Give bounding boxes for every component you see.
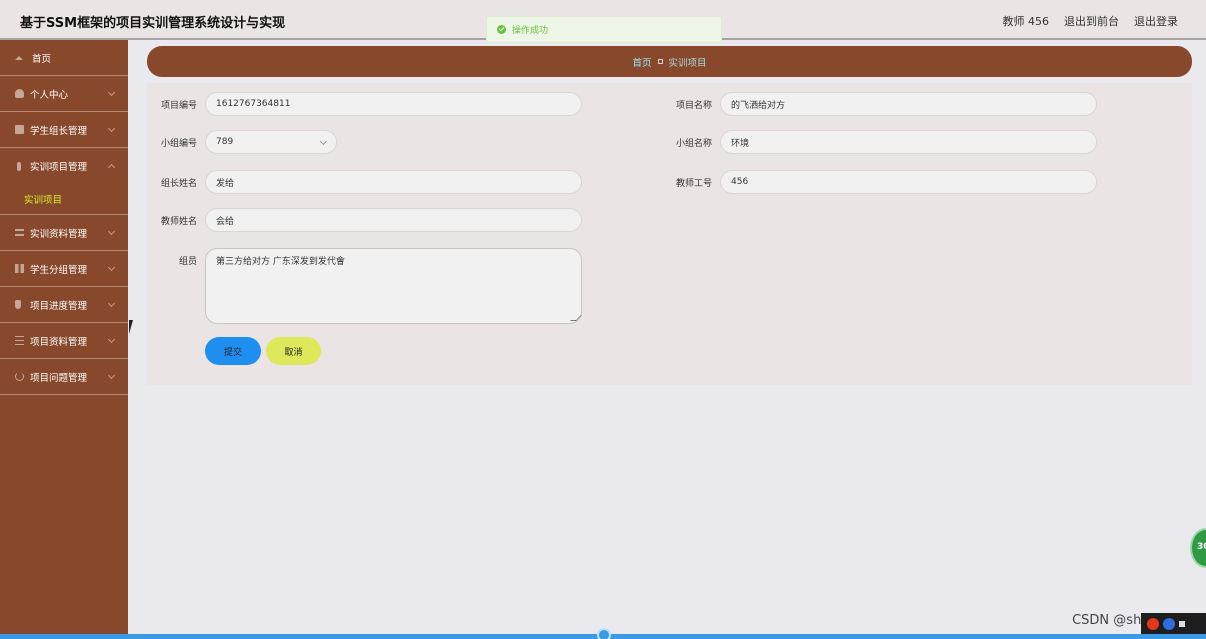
members-label: 组员 [178, 257, 197, 267]
teacher-id-label: 教师工号 [675, 178, 712, 189]
tray-arrow-icon[interactable] [1179, 621, 1185, 627]
sidebar-item-issues[interactable]: 项目问题管理 [0, 359, 128, 395]
project-no-label: 项目编号 [160, 100, 197, 111]
cancel-button[interactable]: 取消 [266, 337, 321, 365]
breadcrumb: 首页 实训项目 [147, 46, 1192, 77]
leader-name-row: 组长姓名 发给 [147, 170, 582, 194]
list-icon [15, 229, 24, 236]
bottom-indicator-dot[interactable] [597, 628, 611, 639]
leader-name-field[interactable]: 发给 [205, 170, 582, 194]
chevron-down-icon [107, 124, 116, 133]
power-icon [15, 372, 24, 381]
sidebar-item-label: 项目问题管理 [30, 372, 88, 384]
sidebar-item-home[interactable]: 首页 [0, 40, 128, 76]
chevron-down-icon [107, 371, 116, 380]
system-tray [1141, 613, 1206, 635]
back-to-front-link[interactable]: 退出到前台 [1064, 13, 1119, 29]
teacher-name-label: 教师姓名 [160, 216, 197, 227]
breadcrumb-home[interactable]: 首页 [632, 55, 651, 69]
project-name-label: 项目名称 [675, 100, 712, 111]
book-icon [15, 125, 24, 134]
sidebar-item-progress[interactable]: 项目进度管理 [0, 287, 128, 323]
members-row: 组员 第三方给对方 广东深发到发代會 [147, 248, 582, 324]
mouse-cursor-icon [129, 320, 139, 334]
group-name-row: 小组名称 环境 [662, 130, 1097, 154]
submit-button[interactable]: 提交 [205, 337, 261, 365]
tray-app-icon[interactable] [1163, 618, 1175, 630]
sidebar-item-label: 项目资料管理 [30, 336, 88, 348]
chevron-up-icon [107, 163, 116, 172]
sidebar-item-leaders[interactable]: 学生组长管理 [0, 112, 128, 148]
chevron-down-icon [107, 299, 116, 308]
project-name-field[interactable]: 的飞洒给对方 [720, 92, 1097, 116]
sidebar-item-label: 学生分组管理 [30, 264, 88, 276]
resize-handle-icon[interactable] [570, 315, 582, 321]
sidebar-item-label: 个人中心 [30, 89, 69, 101]
leader-name-label: 组长姓名 [160, 178, 197, 189]
chevron-down-icon [107, 88, 116, 97]
logout-link[interactable]: 退出登录 [1134, 13, 1178, 29]
project-no-field[interactable]: 1612767364811 [205, 92, 582, 116]
chevron-down-icon [107, 263, 116, 272]
app-title: 基于SSM框架的项目实训管理系统设计与实现 [20, 16, 286, 31]
header-actions: 教师 456 退出到前台 退出登录 [1003, 13, 1179, 29]
group-no-row: 小组编号 789 [147, 130, 337, 154]
project-name-row: 项目名称 的飞洒给对方 [662, 92, 1097, 116]
chevron-down-icon [319, 137, 328, 146]
pin-icon [15, 300, 21, 309]
current-user: 教师 456 [1002, 15, 1050, 28]
sidebar-item-profile[interactable]: 个人中心 [0, 76, 128, 112]
sidebar-item-training-projects[interactable]: 实训项目管理 [0, 148, 128, 184]
tray-app-icon[interactable] [1147, 618, 1159, 630]
chevron-down-icon [107, 227, 116, 236]
group-name-label: 小组名称 [675, 138, 712, 149]
group-name-field[interactable]: 环境 [720, 130, 1097, 154]
form-panel: 项目编号 1612767364811 项目名称 的飞洒给对方 小组编号 789 … [147, 83, 1192, 385]
chevron-down-icon [107, 335, 116, 344]
toast-message: 操作成功 [512, 26, 549, 36]
sidebar-item-project-materials[interactable]: 项目资料管理 [0, 323, 128, 359]
home-icon [15, 55, 23, 60]
mic-icon [17, 161, 21, 171]
teacher-name-field[interactable]: 会给 [205, 208, 582, 232]
floating-badge[interactable]: 30 [1190, 528, 1206, 568]
members-value: 第三方给对方 广东深发到发代會 [216, 257, 345, 267]
success-toast: 操作成功 [486, 16, 722, 43]
user-icon [15, 89, 24, 98]
members-textarea[interactable]: 第三方给对方 广东深发到发代會 [205, 248, 582, 324]
check-circle-icon [497, 25, 506, 34]
teacher-id-field[interactable]: 456 [720, 170, 1097, 194]
sidebar-item-label: 实训项目管理 [30, 162, 88, 173]
lines-icon [15, 336, 24, 345]
teacher-id-row: 教师工号 456 [662, 170, 1097, 194]
sidebar-item-grouping[interactable]: 学生分组管理 [0, 251, 128, 287]
teacher-name-row: 教师姓名 会给 [147, 208, 582, 232]
grid-icon [15, 264, 24, 273]
sidebar: 首页 个人中心 学生组长管理 实训项目管理 实训项目 实训资料管理 学生分组管理… [0, 40, 128, 639]
sidebar-item-label: 项目进度管理 [30, 300, 88, 312]
group-no-value: 789 [216, 137, 234, 147]
breadcrumb-current: 实训项目 [668, 57, 707, 69]
sidebar-item-label: 学生组长管理 [30, 125, 88, 137]
sidebar-item-label: 首页 [32, 53, 52, 65]
sidebar-item-training-materials[interactable]: 实训资料管理 [0, 215, 128, 251]
group-no-select[interactable]: 789 [205, 130, 337, 154]
sidebar-subitem-training-project[interactable]: 实训项目 [0, 184, 128, 215]
group-no-label: 小组编号 [160, 138, 197, 149]
project-no-row: 项目编号 1612767364811 [147, 92, 582, 116]
breadcrumb-separator-icon [657, 59, 663, 64]
sidebar-item-label: 实训资料管理 [30, 228, 88, 240]
